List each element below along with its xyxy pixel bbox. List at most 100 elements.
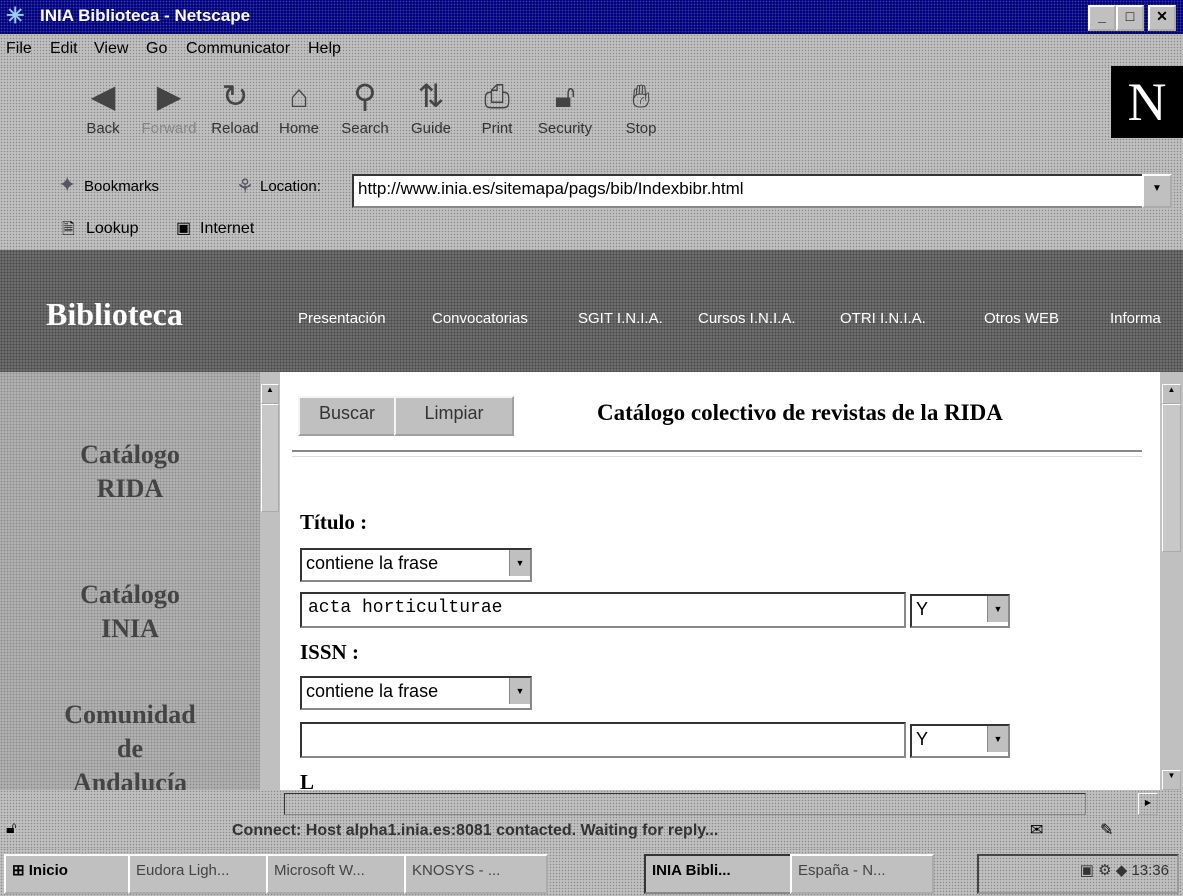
print-label: Print (481, 120, 513, 137)
internet-icon: ▣ (176, 220, 192, 237)
title-divider (292, 450, 1142, 457)
nav-cursos-inia[interactable]: Cursos I.N.I.A. (698, 310, 796, 327)
status-text: Connect: Host alpha1.inia.es:8081 contac… (232, 822, 719, 839)
lookup-link[interactable]: Lookup (86, 220, 139, 238)
menu-go[interactable]: Go (146, 40, 167, 58)
security-button[interactable]: 🔓︎ Security (534, 72, 596, 137)
limpiar-button[interactable]: Limpiar (394, 396, 514, 436)
chevron-down-icon: ▼ (987, 726, 1008, 752)
left-nav-frame: Catálogo RIDA Catálogo INIA Comunidad de… (0, 372, 260, 797)
start-label: Inicio (28, 862, 68, 879)
nav-otri-inia[interactable]: OTRI I.N.I.A. (840, 310, 926, 327)
start-button[interactable]: ⊞ Inicio (4, 854, 132, 894)
nav-convocatorias[interactable]: Convocatorias (432, 310, 528, 327)
back-button[interactable]: ◀ Back (72, 72, 134, 137)
nav-sgit-inia[interactable]: SGIT I.N.I.A. (578, 310, 663, 327)
left-nav-label: INIA (101, 614, 159, 643)
horizontal-scrollbar[interactable]: ▶ (0, 790, 1183, 816)
reload-button[interactable]: ↻ Reload (204, 72, 266, 137)
search-icon: ⚲ (353, 78, 377, 114)
menu-edit[interactable]: Edit (50, 40, 78, 58)
menu-file[interactable]: File (6, 40, 32, 58)
window-title-bar[interactable]: ✳ INIA Biblioteca - Netscape _ □ ✕ (0, 0, 1183, 34)
reload-icon: ↻ (221, 78, 249, 114)
issn-mode-value: contiene la frase (306, 681, 439, 701)
horizontal-scroll-track[interactable] (284, 793, 1086, 815)
chevron-down-icon: ▼ (509, 550, 530, 576)
task-eudora[interactable]: Eudora Ligh... (128, 854, 272, 894)
scroll-up-icon[interactable]: ▲ (261, 384, 279, 404)
left-nav-comunidad-andalucia[interactable]: Comunidad de Andalucía (0, 698, 260, 800)
page-proxy-icon[interactable]: ⚘ (236, 174, 254, 199)
url-input[interactable]: http://www.inia.es/sitemapa/pags/bib/Ind… (352, 174, 1148, 208)
netscape-logo[interactable]: N (1111, 66, 1183, 138)
titulo-input[interactable]: acta horticulturae (300, 592, 906, 628)
left-nav-catalogo-inia[interactable]: Catálogo INIA (0, 578, 260, 646)
main-content-frame: Buscar Limpiar Catálogo colectivo de rev… (282, 372, 1157, 790)
left-nav-label: de (117, 734, 143, 763)
chevron-down-icon: ▼ (509, 678, 530, 704)
location-label: Location: (260, 178, 321, 195)
left-nav-catalogo-rida[interactable]: Catálogo RIDA (0, 438, 260, 506)
system-tray: ▣ ⚙ ◆ 13:36 (977, 854, 1179, 894)
guide-label: Guide (410, 120, 452, 137)
issn-mode-select[interactable]: contiene la frase ▼ (300, 676, 532, 710)
titulo-label: Título : (300, 510, 368, 534)
minimize-button[interactable]: _ (1088, 5, 1116, 31)
task-inia-biblioteca[interactable]: INIA Bibli... (644, 854, 794, 894)
guide-button[interactable]: ⇅ Guide (400, 72, 462, 137)
back-label: Back (86, 120, 120, 137)
mail-icon[interactable]: ✉ (1030, 820, 1043, 840)
menu-help[interactable]: Help (308, 40, 341, 58)
tray-icons[interactable]: ▣ ⚙ ◆ (1080, 862, 1132, 879)
left-scroll-thumb[interactable] (261, 404, 279, 512)
main-frame-scrollbar[interactable]: ▲ ▼ (1160, 372, 1183, 790)
buscar-button[interactable]: Buscar (298, 396, 396, 436)
print-button[interactable]: ⎙ Print (466, 72, 528, 137)
bookmarks-button[interactable]: Bookmarks (84, 178, 159, 195)
maximize-button[interactable]: □ (1116, 5, 1144, 31)
composer-icon[interactable]: ✎ (1100, 820, 1113, 840)
scroll-right-icon[interactable]: ▶ (1138, 793, 1158, 815)
home-label: Home (278, 120, 319, 137)
titulo-bool-select[interactable]: Y ▼ (910, 594, 1010, 628)
task-espana[interactable]: España - N... (790, 854, 934, 894)
search-button[interactable]: ⚲ Search (334, 72, 396, 137)
issn-input[interactable] (300, 722, 906, 758)
location-toolbar: ✦ Bookmarks ⚘ Location: http://www.inia.… (0, 170, 1183, 212)
menu-communicator[interactable]: Communicator (186, 40, 290, 58)
left-frame-scrollbar[interactable]: ▲ (260, 372, 280, 790)
issn-bool-select[interactable]: Y ▼ (910, 724, 1010, 758)
nav-otros-web[interactable]: Otros WEB (984, 310, 1059, 327)
stop-button[interactable]: ✋︎ Stop (610, 72, 672, 137)
scroll-down-icon[interactable]: ▼ (1162, 770, 1181, 790)
status-bar: 🔓︎ Connect: Host alpha1.inia.es:8081 con… (0, 816, 1183, 848)
netscape-app-icon: ✳ (6, 3, 25, 28)
scroll-up-icon[interactable]: ▲ (1162, 384, 1181, 404)
nav-informacion[interactable]: Informa (1110, 310, 1161, 327)
print-icon: ⎙ (484, 78, 510, 114)
titulo-mode-select[interactable]: contiene la frase ▼ (300, 548, 532, 582)
forward-button[interactable]: ▶ Forward (138, 72, 200, 137)
menu-view[interactable]: View (94, 40, 128, 58)
url-history-dropdown[interactable]: ▼ (1142, 174, 1172, 208)
reload-label: Reload (211, 120, 259, 137)
close-button[interactable]: ✕ (1148, 5, 1176, 31)
issn-label: ISSN : (300, 640, 359, 664)
left-nav-label: Catálogo (80, 440, 180, 469)
form-title: Catálogo colectivo de revistas de la RID… (597, 400, 1003, 425)
security-label: Security (537, 120, 593, 137)
personal-toolbar: 🗎 Lookup ▣ Internet (0, 212, 1183, 250)
clock: 13:36 (1131, 862, 1169, 879)
task-microsoft-word[interactable]: Microsoft W... (266, 854, 410, 894)
internet-link[interactable]: Internet (200, 220, 254, 238)
window-title: INIA Biblioteca - Netscape (40, 6, 251, 25)
main-scroll-thumb[interactable] (1162, 404, 1181, 552)
home-button[interactable]: ⌂ Home (268, 72, 330, 137)
stop-icon: ✋︎ (631, 78, 651, 114)
titulo-mode-value: contiene la frase (306, 553, 439, 573)
nav-presentacion[interactable]: Presentación (298, 310, 386, 327)
security-status-icon[interactable]: 🔓︎ (6, 820, 16, 838)
task-knosys[interactable]: KNOSYS - ... (404, 854, 548, 894)
forward-arrow-icon: ▶ (156, 78, 182, 114)
